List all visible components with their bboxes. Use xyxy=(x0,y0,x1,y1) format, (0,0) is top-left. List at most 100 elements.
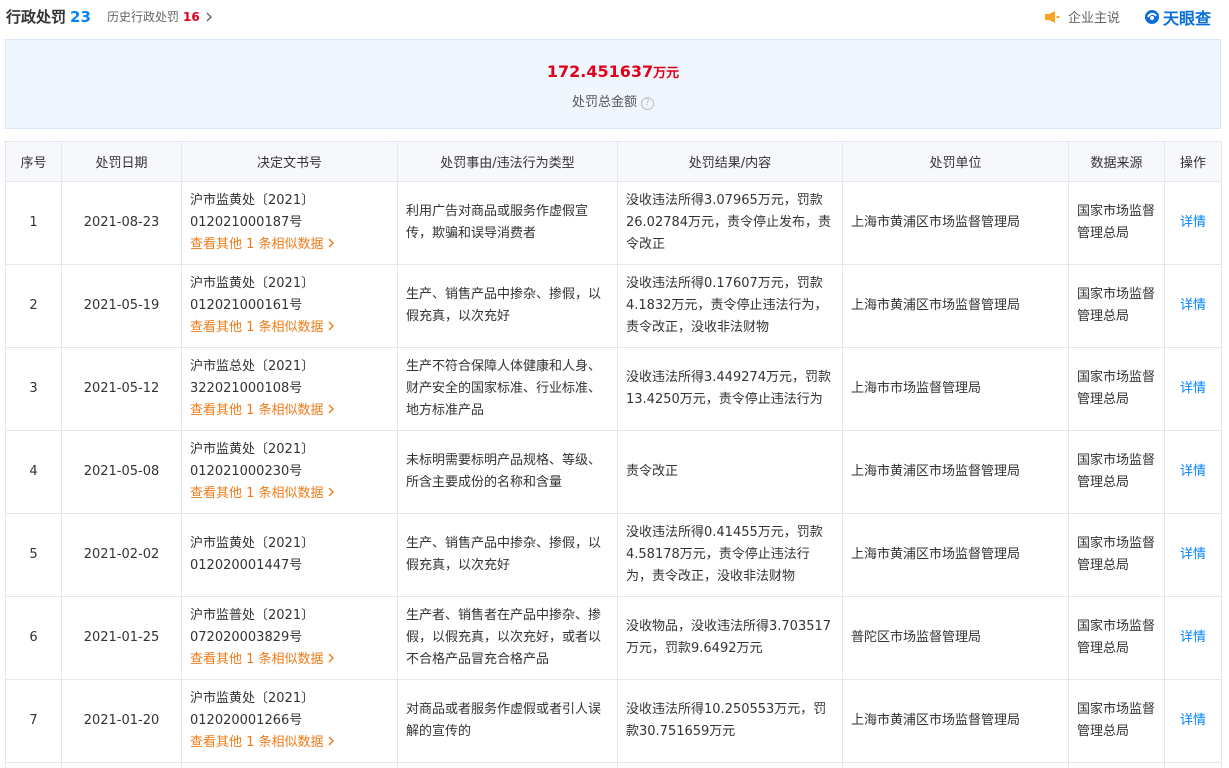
total-amount-unit: 万元 xyxy=(653,66,680,81)
cell-action: 详情 xyxy=(1164,679,1222,763)
tianyancha-logo-icon xyxy=(1145,10,1159,24)
similar-data-label: 查看其他 1 条相似数据 xyxy=(190,486,324,501)
section-title[interactable]: 行政处罚 23 xyxy=(6,6,91,27)
section-header: 行政处罚 23 历史行政处罚 16 企业主说 天眼查 xyxy=(0,0,1229,32)
history-penalty-count: 16 xyxy=(183,10,200,24)
detail-link[interactable]: 详情 xyxy=(1180,381,1206,396)
cell-no: 5 xyxy=(5,513,62,597)
detail-link[interactable]: 详情 xyxy=(1180,630,1206,645)
cell-doc: 沪市监黄处〔2021〕012021000161号 查看其他 1 条相似数据 xyxy=(181,264,398,348)
cell-result: 责令改正 xyxy=(617,430,843,514)
cell-source: 国家市场监督管理总局 xyxy=(1068,679,1165,763)
similar-data-label: 查看其他 1 条相似数据 xyxy=(190,652,324,667)
total-amount-label: 处罚总金额? xyxy=(6,91,1220,110)
table-row: 3 2021-05-12 沪市监总处〔2021〕322021000108号 查看… xyxy=(5,347,1222,431)
cell-empty xyxy=(5,762,62,768)
cell-doc: 沪市监黄处〔2021〕012021000187号 查看其他 1 条相似数据 xyxy=(181,181,398,265)
header-authority: 处罚单位 xyxy=(842,141,1069,182)
total-amount: 172.451637万元 xyxy=(6,62,1220,81)
similar-data-link[interactable]: 查看其他 1 条相似数据 xyxy=(190,483,389,505)
history-penalty-link[interactable]: 历史行政处罚 16 xyxy=(107,8,213,25)
cell-source: 国家市场监督管理总局 xyxy=(1068,181,1165,265)
detail-link[interactable]: 详情 xyxy=(1180,547,1206,562)
chevron-right-icon xyxy=(328,404,334,414)
similar-data-label: 查看其他 1 条相似数据 xyxy=(190,403,324,418)
table-row: 4 2021-05-08 沪市监黄处〔2021〕012021000230号 查看… xyxy=(5,430,1222,514)
cell-reason: 生产、销售产品中掺杂、掺假，以假充真，以次充好 xyxy=(397,513,618,597)
cell-result: 没收违法所得0.17607万元，罚款4.1832万元，责令停止违法行为，责令改正… xyxy=(617,264,843,348)
header-reason: 处罚事由/违法行为类型 xyxy=(397,141,618,182)
cell-action: 详情 xyxy=(1164,347,1222,431)
penalty-summary-card: 172.451637万元 处罚总金额? xyxy=(5,39,1221,129)
history-penalty-label: 历史行政处罚 xyxy=(107,10,180,24)
doc-number: 沪市监黄处〔2021〕012021000161号 xyxy=(190,276,315,313)
cell-date: 2021-02-02 xyxy=(61,513,182,597)
cell-result: 没收违法所得3.07965万元，罚款26.02784万元，责令停止发布，责令改正 xyxy=(617,181,843,265)
detail-link[interactable]: 详情 xyxy=(1180,298,1206,313)
cell-authority: 普陀区市场监督管理局 xyxy=(842,596,1069,680)
cell-doc: 沪市监总处〔2021〕322021000108号 查看其他 1 条相似数据 xyxy=(181,347,398,431)
cell-date: 2021-08-23 xyxy=(61,181,182,265)
cell-authority: 上海市黄浦区市场监督管理局 xyxy=(842,430,1069,514)
cell-no: 6 xyxy=(5,596,62,680)
total-amount-value: 172.451637 xyxy=(546,62,654,81)
cell-empty xyxy=(1068,762,1165,768)
cell-action: 详情 xyxy=(1164,264,1222,348)
cell-date: 2021-01-25 xyxy=(61,596,182,680)
cell-empty xyxy=(397,762,618,768)
cell-result: 没收违法所得10.250553万元，罚款30.751659万元 xyxy=(617,679,843,763)
table-row: 2 2021-05-19 沪市监黄处〔2021〕012021000161号 查看… xyxy=(5,264,1222,348)
similar-data-link[interactable]: 查看其他 1 条相似数据 xyxy=(190,649,389,671)
similar-data-link[interactable]: 查看其他 1 条相似数据 xyxy=(190,400,389,422)
brand-name: 天眼查 xyxy=(1163,9,1212,28)
cell-action: 详情 xyxy=(1164,181,1222,265)
penalty-table: 序号 处罚日期 决定文书号 处罚事由/违法行为类型 处罚结果/内容 处罚单位 数… xyxy=(5,141,1222,768)
cell-action: 详情 xyxy=(1164,596,1222,680)
cell-doc: 沪市监黄处〔2021〕012020001266号 查看其他 1 条相似数据 xyxy=(181,679,398,763)
cell-empty xyxy=(1164,762,1222,768)
header-source: 数据来源 xyxy=(1068,141,1165,182)
owner-says-link[interactable]: 企业主说 xyxy=(1045,7,1120,26)
cell-source: 国家市场监督管理总局 xyxy=(1068,513,1165,597)
similar-data-link[interactable]: 查看其他 1 条相似数据 xyxy=(190,317,389,339)
cell-action: 详情 xyxy=(1164,513,1222,597)
detail-link[interactable]: 详情 xyxy=(1180,713,1206,728)
doc-number: 沪市监黄处〔2021〕012021000230号 xyxy=(190,442,315,479)
chevron-right-icon xyxy=(328,736,334,746)
speaker-icon xyxy=(1045,10,1060,23)
cell-date: 2021-05-12 xyxy=(61,347,182,431)
similar-data-link[interactable]: 查看其他 1 条相似数据 xyxy=(190,234,389,256)
cell-empty xyxy=(617,762,843,768)
cell-authority: 上海市黄浦区市场监督管理局 xyxy=(842,513,1069,597)
cell-reason: 利用广告对商品或服务作虚假宣传，欺骗和误导消费者 xyxy=(397,181,618,265)
cell-reason: 生产者、销售者在产品中掺杂、掺假，以假充真，以次充好，或者以不合格产品冒充合格产… xyxy=(397,596,618,680)
header-result: 处罚结果/内容 xyxy=(617,141,843,182)
question-circle-icon[interactable]: ? xyxy=(641,97,654,110)
cell-no: 4 xyxy=(5,430,62,514)
detail-link[interactable]: 详情 xyxy=(1180,464,1206,479)
detail-link[interactable]: 详情 xyxy=(1180,215,1206,230)
brand-logo: 天眼查 xyxy=(1144,5,1211,29)
header-action: 操作 xyxy=(1164,141,1222,182)
cell-empty xyxy=(181,762,398,768)
cell-result: 没收违法所得3.449274万元，罚款13.4250万元，责令停止违法行为 xyxy=(617,347,843,431)
cell-source: 国家市场监督管理总局 xyxy=(1068,430,1165,514)
header-no: 序号 xyxy=(5,141,62,182)
cell-reason: 对商品或者服务作虚假或者引人误解的宣传的 xyxy=(397,679,618,763)
table-row-partial xyxy=(5,762,1222,768)
similar-data-label: 查看其他 1 条相似数据 xyxy=(190,320,324,335)
doc-number: 沪市监黄处〔2021〕012020001266号 xyxy=(190,691,315,728)
total-amount-label-text: 处罚总金额 xyxy=(571,95,637,110)
cell-date: 2021-01-20 xyxy=(61,679,182,763)
cell-source: 国家市场监督管理总局 xyxy=(1068,264,1165,348)
cell-no: 3 xyxy=(5,347,62,431)
cell-reason: 生产不符合保障人体健康和人身、财产安全的国家标准、行业标准、地方标准产品 xyxy=(397,347,618,431)
table-header-row: 序号 处罚日期 决定文书号 处罚事由/违法行为类型 处罚结果/内容 处罚单位 数… xyxy=(5,141,1222,182)
cell-reason: 未标明需要标明产品规格、等级、所含主要成份的名称和含量 xyxy=(397,430,618,514)
cell-result: 没收物品，没收违法所得3.703517万元，罚款9.6492万元 xyxy=(617,596,843,680)
cell-no: 2 xyxy=(5,264,62,348)
similar-data-link[interactable]: 查看其他 1 条相似数据 xyxy=(190,732,389,754)
doc-number: 沪市监总处〔2021〕322021000108号 xyxy=(190,359,315,396)
doc-number: 沪市监黄处〔2021〕012020001447号 xyxy=(190,536,315,573)
cell-result: 没收违法所得0.41455万元，罚款4.58178万元，责令停止违法行为，责令改… xyxy=(617,513,843,597)
